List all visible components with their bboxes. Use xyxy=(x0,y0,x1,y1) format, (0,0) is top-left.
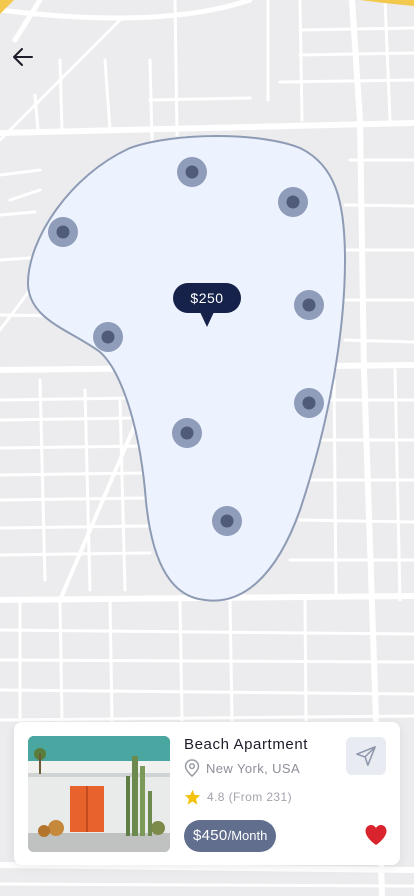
map-marker[interactable] xyxy=(278,187,308,217)
star-icon xyxy=(184,789,201,805)
location-text: New York, USA xyxy=(206,760,301,776)
price-period: /Month xyxy=(227,828,268,843)
selected-price-label: $250 xyxy=(190,290,224,306)
price-amount: $450 xyxy=(193,827,228,844)
selected-price-tag[interactable]: $250 xyxy=(173,283,241,327)
heart-icon xyxy=(365,825,387,845)
share-button[interactable] xyxy=(346,737,386,775)
map-marker[interactable] xyxy=(294,388,324,418)
map-marker[interactable] xyxy=(93,322,123,352)
map-marker[interactable] xyxy=(294,290,324,320)
rating-value: 4.8 xyxy=(207,790,225,804)
listing-title: Beach Apartment xyxy=(184,736,309,753)
price-badge: $450/Month xyxy=(184,820,277,852)
arrow-left-icon xyxy=(13,48,33,66)
map-marker[interactable] xyxy=(177,157,207,187)
listing-photo xyxy=(28,736,170,852)
back-button[interactable] xyxy=(8,42,38,72)
rating-count: (From 231) xyxy=(228,790,292,804)
location-pin-icon xyxy=(184,759,200,777)
map-marker[interactable] xyxy=(48,217,78,247)
listing-rating: 4.8 (From 231) xyxy=(184,789,292,805)
send-icon xyxy=(356,746,376,766)
map-marker[interactable] xyxy=(172,418,202,448)
map-marker[interactable] xyxy=(212,506,242,536)
favorite-button[interactable] xyxy=(363,823,389,847)
listing-location: New York, USA xyxy=(184,759,300,777)
listing-card[interactable]: Beach Apartment New York, USA 4.8 (From … xyxy=(14,722,400,865)
